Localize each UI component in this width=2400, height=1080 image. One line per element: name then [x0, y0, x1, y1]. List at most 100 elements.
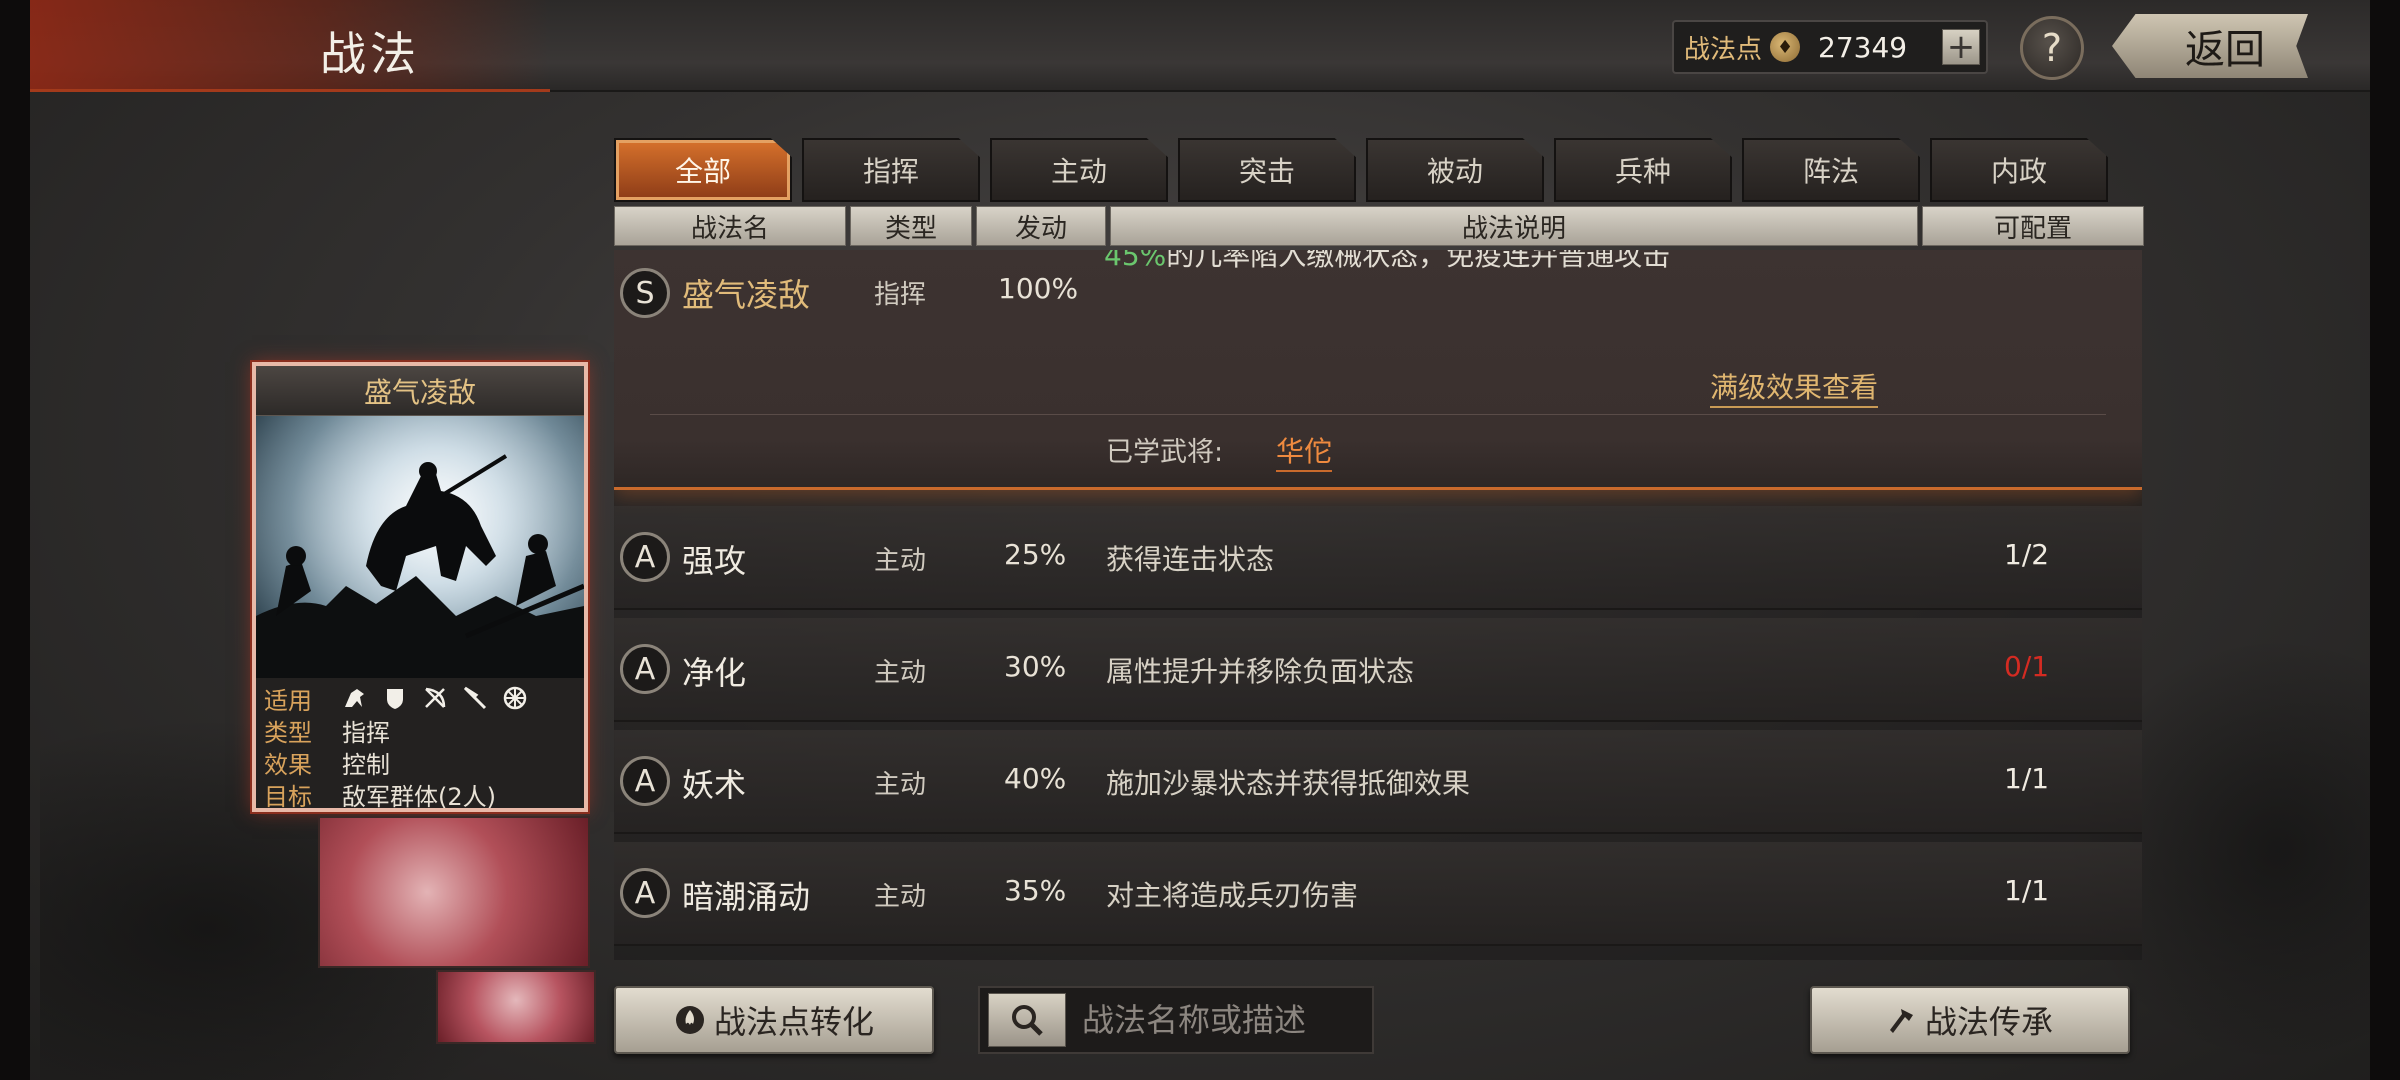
tactic-rate: 40%: [1004, 762, 1067, 795]
tactic-card-preview: [318, 816, 590, 968]
rank-badge: A: [620, 868, 670, 918]
tactic-list[interactable]: 45%的几率陷入缴械状态，免疫连弁普通攻击 S 盛气凌敌 指挥 100% 满级效…: [614, 250, 2142, 960]
learned-generals-label: 已学武将:: [1106, 437, 1224, 468]
archer-icon: [425, 687, 446, 708]
tactic-description: 获得连击状态: [1106, 543, 1275, 576]
tactic-points-value: 27349: [1818, 30, 1908, 64]
card-info: 适用 类型 指挥 效果 控制 目标 敌军群体(2人): [256, 678, 584, 814]
tactic-type: 主动: [874, 770, 927, 800]
tactic-row[interactable]: A 强攻 主动 25% 获得连击状态 1/2: [614, 506, 2142, 610]
warrior-silhouette-image: [256, 416, 584, 678]
column-header-type[interactable]: 类型: [850, 206, 972, 246]
cavalry-icon: [345, 689, 364, 707]
tab-passive[interactable]: 被动: [1366, 138, 1544, 202]
tab-active[interactable]: 主动: [990, 138, 1168, 202]
column-header-config[interactable]: 可配置: [1922, 206, 2144, 246]
flame-coin-icon: ♦: [1770, 32, 1801, 62]
siege-wheel-icon: [503, 686, 527, 710]
tactic-description: 施加沙暴状态并获得抵御效果: [1106, 767, 1471, 800]
learned-general-link[interactable]: 华佗: [1276, 430, 1333, 472]
target-label: 目标: [264, 782, 312, 811]
tactic-type: 主动: [874, 658, 927, 688]
tactic-rate: 30%: [1004, 650, 1067, 683]
convert-points-label: 战法点转化: [713, 1003, 874, 1041]
inherit-tactic-label: 战法传承: [1924, 1003, 2053, 1041]
category-tabs: 全部 指挥 主动 突击 被动 兵种 阵法 内政: [614, 138, 2108, 202]
tactic-rate: 35%: [1004, 874, 1067, 907]
title-banner: [30, 0, 550, 92]
shield-icon: [387, 689, 403, 709]
card-title: 盛气凌敌: [256, 366, 584, 416]
apply-label: 适用: [264, 686, 312, 715]
tab-internal[interactable]: 内政: [1930, 138, 2108, 202]
back-button-label: 返回: [2185, 27, 2265, 73]
tactic-type: 主动: [874, 546, 927, 576]
convert-points-button[interactable]: 战法点转化: [614, 986, 934, 1054]
tab-command[interactable]: 指挥: [802, 138, 980, 202]
column-header-desc: 战法说明: [1110, 206, 1918, 246]
column-header-name[interactable]: 战法名: [614, 206, 846, 246]
type-label: 类型: [264, 718, 312, 747]
search-bar: [978, 986, 1374, 1054]
tactic-description: 属性提升并移除负面状态: [1106, 655, 1415, 688]
search-icon: [1012, 1005, 1043, 1036]
left-edge: [0, 0, 30, 1080]
tactic-card: 盛气凌敌 适用 类型 指挥 效果 控制 目标 敌军群体(2人): [252, 362, 588, 812]
troop-type-icons: [342, 685, 528, 711]
tactic-name: 暗潮涌动: [682, 878, 811, 916]
tactic-points-label: 战法点: [1684, 34, 1763, 65]
column-header-rate[interactable]: 发动: [976, 206, 1106, 246]
tab-formation[interactable]: 阵法: [1742, 138, 1920, 202]
search-input[interactable]: [1082, 1001, 1362, 1039]
config-count: 1/1: [2004, 874, 2050, 907]
tactic-row[interactable]: A 妖术 主动 40% 施加沙暴状态并获得抵御效果 1/1: [614, 730, 2142, 834]
card-effect-row: 效果 控制: [264, 746, 576, 779]
divider: [650, 414, 2106, 415]
add-points-button[interactable]: +: [1942, 29, 1980, 65]
tab-troop[interactable]: 兵种: [1554, 138, 1732, 202]
spear-icon: [463, 686, 487, 710]
config-count: 1/2: [2004, 538, 2050, 571]
tactic-name: 净化: [682, 654, 747, 692]
rank-badge: S: [620, 268, 670, 318]
target-value: 敌军群体(2人): [342, 782, 496, 811]
tactic-artwork: [256, 416, 584, 678]
tactic-type: 指挥: [874, 280, 927, 310]
right-edge: [2370, 0, 2400, 1080]
back-button[interactable]: 返回: [2112, 14, 2308, 78]
config-count: 0/1: [2004, 650, 2050, 683]
expanded-tactic-row[interactable]: 45%的几率陷入缴械状态，免疫连弁普通攻击 S 盛气凌敌 指挥 100% 满级效…: [614, 250, 2142, 490]
tab-all[interactable]: 全部: [614, 138, 792, 202]
inherit-tactic-button[interactable]: 战法传承: [1810, 986, 2130, 1054]
config-count: 1/1: [2004, 762, 2050, 795]
card-target-row: 目标 敌军群体(2人): [264, 778, 576, 811]
column-headers: 战法名 类型 发动 战法说明 可配置: [614, 206, 2144, 246]
rank-badge: A: [620, 532, 670, 582]
rank-badge: A: [620, 644, 670, 694]
tactic-rate: 100%: [998, 272, 1079, 305]
flame-icon: [675, 1006, 704, 1034]
tactic-card-preview: [436, 970, 596, 1044]
tactic-row[interactable]: A 暗潮涌动 主动 35% 对主将造成兵刃伤害 1/1: [614, 842, 2142, 946]
tactic-type: 主动: [874, 882, 927, 912]
help-button[interactable]: ?: [2020, 16, 2084, 80]
effect-label: 效果: [264, 750, 312, 779]
rank-badge: A: [620, 756, 670, 806]
full-level-effect-link[interactable]: 满级效果查看: [1710, 366, 1879, 408]
search-button[interactable]: [988, 993, 1066, 1047]
tactic-points-display: 战法点 ♦ 27349 +: [1672, 20, 1988, 74]
tab-assault[interactable]: 突击: [1178, 138, 1356, 202]
page-title: 战法: [320, 27, 420, 81]
tactic-name: 盛气凌敌: [682, 276, 811, 314]
tactic-name: 妖术: [682, 766, 747, 804]
tactic-rate: 25%: [1004, 538, 1067, 571]
hammer-icon: [1889, 1009, 1913, 1033]
tactic-description: 对主将造成兵刃伤害: [1106, 879, 1359, 912]
tactic-description-partial: 45%的几率陷入缴械状态，免疫连弁普通攻击: [1104, 250, 1671, 272]
effect-value: 控制: [342, 750, 390, 779]
card-type-row: 类型 指挥: [264, 714, 576, 747]
tactic-row[interactable]: A 净化 主动 30% 属性提升并移除负面状态 0/1: [614, 618, 2142, 722]
card-apply-row: 适用: [264, 682, 576, 715]
type-value: 指挥: [342, 718, 390, 747]
tactic-name: 强攻: [682, 542, 747, 580]
